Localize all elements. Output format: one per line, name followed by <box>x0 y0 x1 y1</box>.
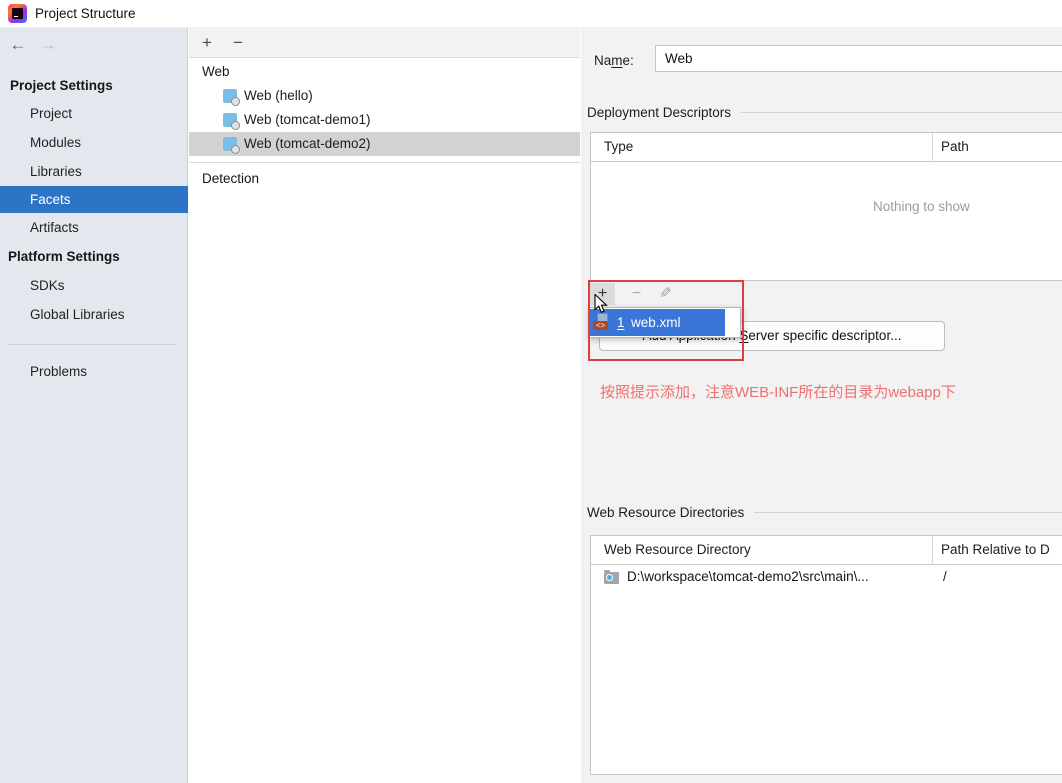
sidebar-item-problems[interactable]: Problems <box>0 362 188 382</box>
remove-facet-icon[interactable]: − <box>228 31 248 54</box>
name-label: Name: <box>594 52 634 69</box>
sidebar-item-global-libraries[interactable]: Global Libraries <box>0 305 188 325</box>
column-header-web-resource-directory: Web Resource Directory <box>604 542 751 557</box>
title-bar: Project Structure <box>0 0 1062 28</box>
web-resource-directories-table: Web Resource Directory Path Relative to … <box>590 535 1062 775</box>
column-separator <box>932 536 933 565</box>
deployment-descriptors-header: Deployment Descriptors <box>587 103 1062 121</box>
web-facet-icon <box>223 137 237 151</box>
web-folder-icon <box>604 572 619 584</box>
back-icon[interactable]: ← <box>8 34 28 56</box>
descriptor-popup: <> 1 web.xml <box>588 307 741 338</box>
name-input[interactable] <box>655 45 1062 72</box>
tree-item-label: Web (hello) <box>244 84 313 108</box>
tree-separator <box>189 162 580 163</box>
tree-root-detection[interactable]: Detection <box>202 167 259 190</box>
project-structure-dialog: Project Structure ← → Project Settings P… <box>0 0 1062 783</box>
resource-directory-cell: D:\workspace\tomcat-demo2\src\main\... <box>627 569 869 584</box>
popup-item-mnemonic: 1 <box>617 309 625 336</box>
sidebar-item-libraries[interactable]: Libraries <box>0 162 188 182</box>
facet-editor-panel: Name: Deployment Descriptors Type Path N… <box>581 28 1062 783</box>
section-header-platform-settings: Platform Settings <box>8 248 120 266</box>
popup-item-label: web.xml <box>631 309 681 336</box>
sidebar-item-modules[interactable]: Modules <box>0 133 188 153</box>
remove-descriptor-icon[interactable]: − <box>624 283 649 305</box>
sidebar-item-facets[interactable]: Facets <box>0 186 188 213</box>
add-facet-icon[interactable]: + <box>197 31 217 54</box>
edit-descriptor-icon[interactable]: ✎ <box>653 283 678 305</box>
table-header-row: Web Resource Directory Path Relative to … <box>591 536 1062 565</box>
column-header-path: Path <box>941 139 969 154</box>
red-annotation-text: 按照提示添加，注意WEB-INF所在的目录为webapp下 <box>600 381 956 402</box>
tree-item-web-hello[interactable]: Web (hello) <box>189 84 580 108</box>
window-title: Project Structure <box>35 0 136 28</box>
xml-file-icon: <> <box>593 312 610 332</box>
tree-item-label: Web (tomcat-demo1) <box>244 108 371 132</box>
intellij-idea-icon <box>8 4 27 23</box>
column-header-type: Type <box>604 139 633 154</box>
tree-item-web-tomcat-demo2[interactable]: Web (tomcat-demo2) <box>189 132 580 156</box>
web-facet-icon <box>223 89 237 103</box>
forward-icon[interactable]: → <box>38 34 58 56</box>
web-resource-directories-header: Web Resource Directories <box>587 503 1062 521</box>
empty-table-message: Nothing to show <box>873 199 970 214</box>
sidebar-divider <box>8 344 176 345</box>
popup-item-web-xml[interactable]: <> 1 web.xml <box>590 309 725 336</box>
facet-tree-panel: + − Web Web (hello) Web (tomcat-demo1) W… <box>189 28 580 783</box>
add-descriptor-icon[interactable]: + <box>590 283 615 305</box>
xml-badge-icon: <> <box>593 321 608 330</box>
tree-root-web[interactable]: Web <box>202 60 230 83</box>
sidebar-item-sdks[interactable]: SDKs <box>0 276 188 296</box>
sidebar-item-project[interactable]: Project <box>0 104 188 124</box>
column-separator <box>932 133 933 162</box>
table-header-row: Type Path <box>591 133 1062 162</box>
tree-item-web-tomcat-demo1[interactable]: Web (tomcat-demo1) <box>189 108 580 132</box>
web-facet-icon <box>223 113 237 127</box>
column-header-path-relative: Path Relative to D <box>941 542 1050 557</box>
relative-path-cell: / <box>943 569 947 584</box>
settings-sidebar: ← → Project Settings Project Modules Lib… <box>0 28 188 783</box>
deployment-descriptors-table: Type Path Nothing to show <box>590 132 1062 281</box>
section-header-project-settings: Project Settings <box>10 77 113 95</box>
sidebar-item-artifacts[interactable]: Artifacts <box>0 218 188 238</box>
facet-tree-toolbar: + − <box>189 28 580 58</box>
tree-item-label: Web (tomcat-demo2) <box>244 132 371 156</box>
